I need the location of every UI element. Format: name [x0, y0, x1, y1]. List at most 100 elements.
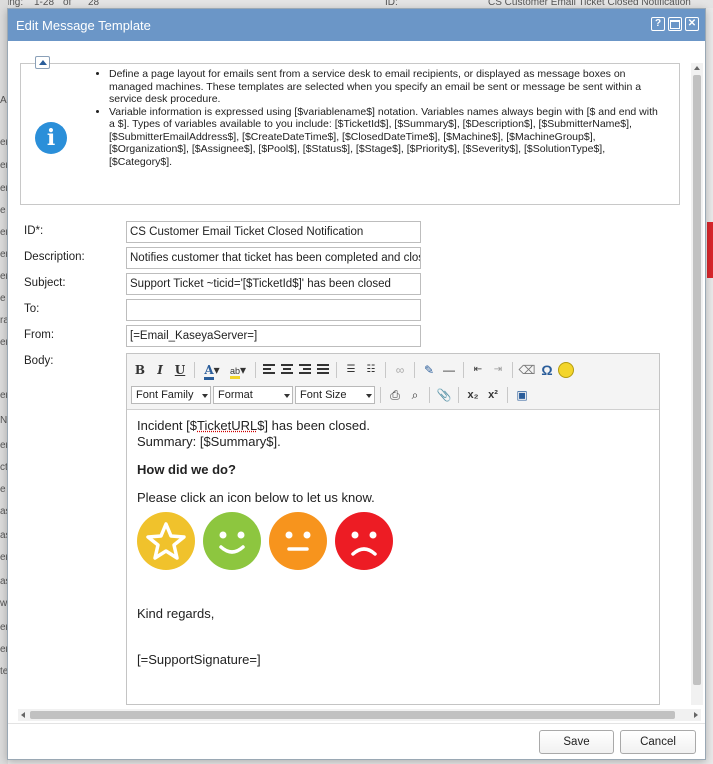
toolbar-separator — [463, 362, 464, 378]
font-family-select[interactable]: Font Family — [131, 386, 211, 404]
editor-content[interactable]: Incident [$TicketURL$] has been closed. … — [127, 410, 659, 676]
indent-icon[interactable]: ⇥ — [489, 361, 507, 379]
feedback-heading: How did we do? — [137, 462, 236, 477]
description-label: Description: — [24, 251, 85, 263]
dialog-titlebar[interactable]: Edit Message Template ? ✕ — [8, 9, 705, 41]
dialog-footer: Save Cancel — [8, 723, 705, 759]
summary-line: Summary: [$Summary$]. — [137, 434, 281, 449]
id-field[interactable]: CS Customer Email Ticket Closed Notifica… — [126, 221, 421, 243]
rich-text-editor: B I U A▾ ab▾ ☰ ☷ ∞ ✎ — ⇤ ⇥ ⌫ Ω Font Fami… — [126, 353, 660, 705]
star-rating-icon[interactable] — [137, 512, 195, 570]
toolbar-separator — [512, 362, 513, 378]
id-label: ID*: — [24, 225, 44, 237]
italic-button[interactable]: I — [151, 361, 169, 379]
toolbar-row-2: Font Family Format Font Size ⎙ ⌕ 📎 x₂ x²… — [131, 384, 531, 406]
from-label: From: — [24, 329, 55, 341]
help-button[interactable]: ? — [651, 17, 665, 31]
bg-fragment: 28 — [88, 0, 100, 8]
info-item: Variable information is expressed using … — [109, 106, 666, 169]
editor-toolbar: B I U A▾ ab▾ ☰ ☷ ∞ ✎ — ⇤ ⇥ ⌫ Ω Font Fami… — [127, 354, 659, 410]
toolbar-separator — [336, 362, 337, 378]
source-view-icon[interactable]: ▣ — [513, 386, 531, 404]
horizontal-scrollbar[interactable] — [18, 709, 701, 721]
toolbar-separator — [429, 387, 430, 403]
font-size-select[interactable]: Font Size — [295, 386, 375, 404]
special-character-icon[interactable]: Ω — [538, 361, 556, 379]
signature-placeholder: [=SupportSignature=] — [137, 652, 261, 667]
bg-fragment: of — [63, 0, 72, 8]
happy-face-icon[interactable] — [203, 512, 261, 570]
ticket-url-variable: TicketURL — [197, 418, 258, 433]
horizontal-rule-icon[interactable]: — — [440, 361, 458, 379]
preview-icon[interactable]: ⌕ — [406, 386, 424, 404]
scroll-up-arrow[interactable] — [694, 66, 700, 70]
save-button[interactable]: Save — [539, 730, 614, 754]
bold-button[interactable]: B — [131, 361, 149, 379]
toolbar-separator — [385, 362, 386, 378]
align-right-icon[interactable] — [297, 362, 313, 378]
toolbar-separator — [380, 387, 381, 403]
info-item: Define a page layout for emails sent fro… — [109, 68, 666, 106]
window-controls: ? ✕ — [651, 17, 699, 31]
info-list: Define a page layout for emails sent fro… — [91, 68, 666, 168]
subject-label: Subject: — [24, 277, 66, 289]
to-label: To: — [24, 303, 40, 315]
close-button[interactable]: ✕ — [685, 17, 699, 31]
smiley-icon[interactable] — [558, 362, 574, 378]
incident-line: Incident [$TicketURL$] has been closed. — [137, 418, 649, 434]
edit-message-template-dialog: Edit Message Template ? ✕ i Define a pag… — [7, 8, 706, 760]
align-center-icon[interactable] — [279, 362, 295, 378]
closing-line: Kind regards, — [137, 606, 215, 621]
text-color-button[interactable]: A▾ — [200, 361, 224, 380]
dialog-body: i Define a page layout for emails sent f… — [10, 43, 703, 705]
to-field[interactable] — [126, 299, 421, 321]
numbered-list-icon[interactable]: ☰ — [342, 361, 360, 379]
link-icon[interactable]: ∞ — [391, 361, 409, 379]
toolbar-separator — [194, 362, 195, 378]
bg-fragment: e — [0, 484, 6, 495]
scroll-right-arrow[interactable] — [694, 712, 698, 718]
underline-button[interactable]: U — [171, 361, 189, 379]
feedback-prompt: Please click an icon below to let us kno… — [137, 490, 375, 505]
sad-face-icon[interactable] — [335, 512, 393, 570]
maximize-button[interactable] — [668, 17, 682, 31]
bg-fragment: CS Customer Email Ticket Closed Notifica… — [488, 0, 691, 8]
edit-icon[interactable]: ✎ — [420, 361, 438, 379]
toolbar-separator — [414, 362, 415, 378]
toolbar-separator — [507, 387, 508, 403]
toolbar-separator — [255, 362, 256, 378]
outdent-icon[interactable]: ⇤ — [469, 361, 487, 379]
info-divider — [55, 63, 680, 64]
subscript-button[interactable]: x₂ — [464, 386, 482, 404]
cancel-button[interactable]: Cancel — [620, 730, 696, 754]
vertical-scrollbar[interactable] — [691, 63, 703, 705]
bulleted-list-icon[interactable]: ☷ — [362, 361, 380, 379]
scroll-thumb[interactable] — [693, 75, 701, 685]
bg-fragment: e — [0, 205, 6, 216]
dialog-title: Edit Message Template — [16, 17, 151, 33]
description-field[interactable]: Notifies customer that ticket has been c… — [126, 247, 421, 269]
highlight-color-button[interactable]: ab▾ — [226, 361, 250, 379]
scroll-left-arrow[interactable] — [21, 712, 25, 718]
from-field[interactable]: [=Email_KaseyaServer=] — [126, 325, 421, 347]
neutral-face-icon[interactable] — [269, 512, 327, 570]
body-label: Body: — [24, 355, 54, 367]
info-icon: i — [35, 122, 67, 154]
superscript-button[interactable]: x² — [484, 386, 502, 404]
bg-fragment: ID: — [385, 0, 398, 8]
subject-field[interactable]: Support Ticket ~ticid='[$TicketId$]' has… — [126, 273, 421, 295]
text-segment: $] has been closed. — [257, 418, 370, 433]
text-segment: Incident [$ — [137, 418, 197, 433]
format-select[interactable]: Format — [213, 386, 293, 404]
justify-icon[interactable] — [315, 362, 331, 378]
eraser-icon[interactable]: ⌫ — [518, 361, 536, 379]
collapse-info-button[interactable] — [35, 56, 50, 69]
feedback-faces — [137, 512, 649, 570]
attachment-icon[interactable]: 📎 — [435, 386, 453, 404]
scroll-thumb[interactable] — [30, 711, 675, 719]
toolbar-separator — [458, 387, 459, 403]
toolbar-row-1: B I U A▾ ab▾ ☰ ☷ ∞ ✎ — ⇤ ⇥ ⌫ Ω — [131, 359, 574, 381]
print-icon[interactable]: ⎙ — [386, 386, 404, 404]
bg-fragment: A — [0, 95, 7, 106]
align-left-icon[interactable] — [261, 362, 277, 378]
